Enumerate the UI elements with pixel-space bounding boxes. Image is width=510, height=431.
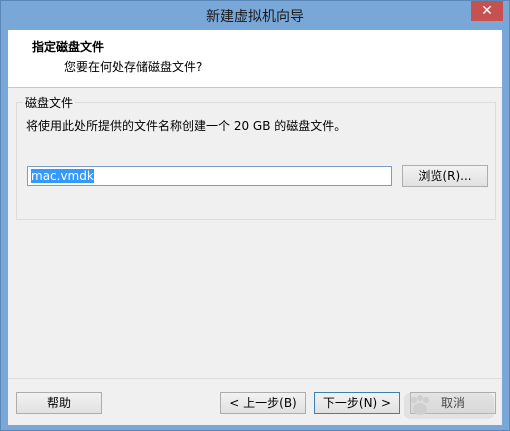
window-title: 新建虚拟机向导 — [206, 9, 304, 25]
page-title: 指定磁盘文件 — [32, 40, 105, 54]
help-button[interactable]: 帮助 — [16, 392, 102, 414]
wizard-header: 指定磁盘文件 您要在何处存储磁盘文件? — [8, 30, 502, 88]
title-bar[interactable]: 新建虚拟机向导 ✕ — [1, 1, 509, 29]
back-button[interactable]: < 上一步(B) — [220, 392, 306, 414]
next-button[interactable]: 下一步(N) > — [314, 392, 400, 414]
close-icon: ✕ — [481, 3, 493, 19]
browse-button[interactable]: 浏览(R)... — [402, 165, 488, 187]
disk-file-path-input[interactable]: mac.vmdk — [27, 166, 392, 186]
wizard-window: 新建虚拟机向导 ✕ 指定磁盘文件 您要在何处存储磁盘文件? 磁盘文件 将使用此处… — [0, 0, 510, 431]
wizard-client-area: 指定磁盘文件 您要在何处存储磁盘文件? 磁盘文件 将使用此处所提供的文件名称创建… — [8, 30, 502, 425]
page-subtitle: 您要在何处存储磁盘文件? — [64, 60, 203, 74]
disk-file-path-value: mac.vmdk — [31, 169, 94, 183]
footer-divider — [8, 378, 502, 379]
disk-file-group-label: 磁盘文件 — [23, 94, 76, 111]
close-button[interactable]: ✕ — [471, 1, 503, 21]
disk-file-description: 将使用此处所提供的文件名称创建一个 20 GB 的磁盘文件。 — [26, 119, 347, 133]
watermark-logo — [404, 393, 494, 419]
disk-file-group: 磁盘文件 将使用此处所提供的文件名称创建一个 20 GB 的磁盘文件。 mac.… — [16, 94, 496, 220]
